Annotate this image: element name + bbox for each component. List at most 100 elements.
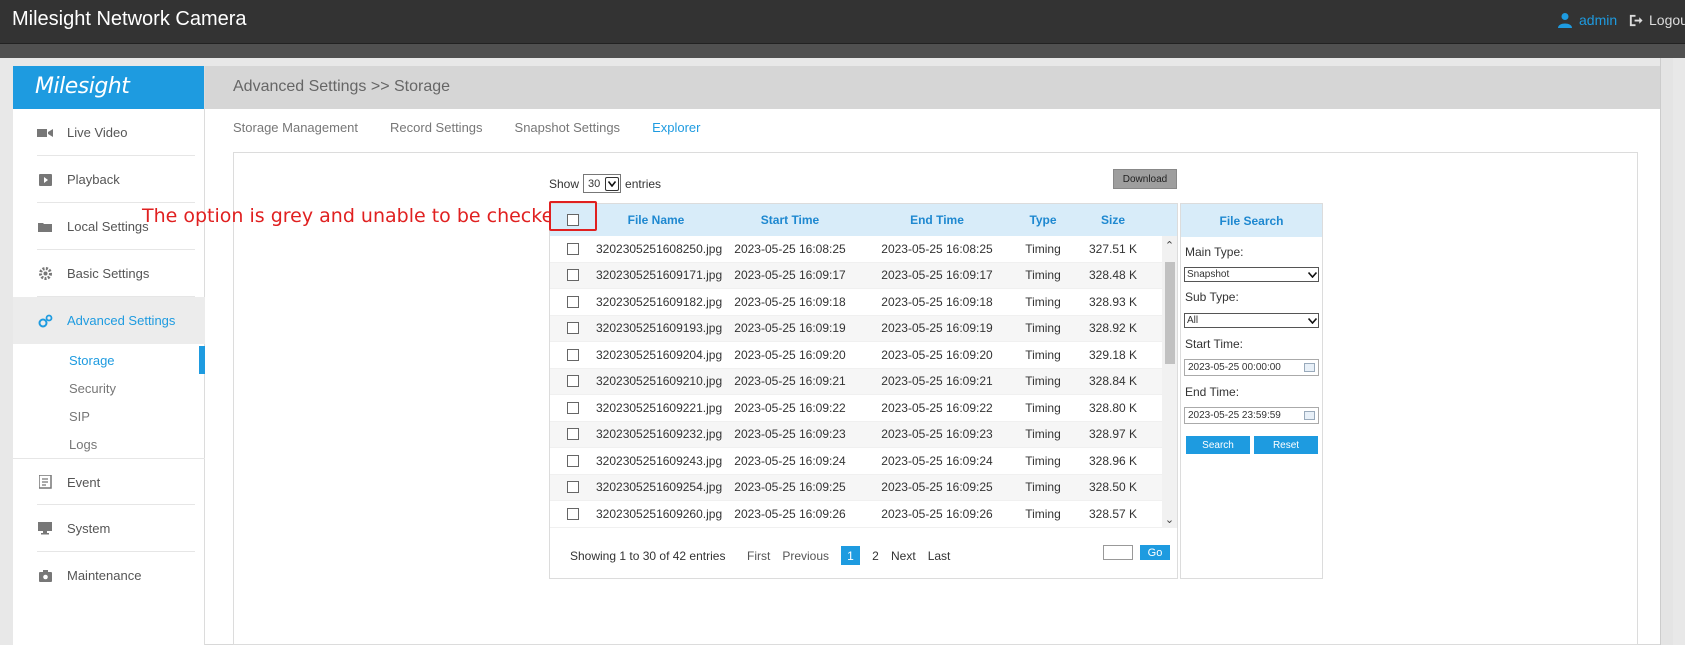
cell-size: 329.18 K [1088,347,1138,362]
sidebar-item-playback[interactable]: Playback [13,156,205,203]
sub-type-select[interactable]: All [1184,313,1319,328]
tab-explorer[interactable]: Explorer [652,120,700,141]
row-checkbox[interactable] [567,428,579,441]
table-row[interactable]: 3202305251608250.jpg 2023-05-25 16:08:25 2… [550,236,1162,263]
cell-start-time: 2023-05-25 16:08:25 [734,241,846,256]
row-checkbox[interactable] [567,295,579,308]
page-goto-input[interactable] [1103,545,1133,560]
sidebar-item-system[interactable]: System [13,505,205,552]
calendar-icon[interactable] [1304,363,1315,372]
chevron-down-icon [605,176,620,191]
pager-page-1[interactable]: 1 [841,546,861,565]
sidebar-item-event[interactable]: Event [13,458,205,505]
camera-icon [37,569,53,583]
table-row[interactable]: 3202305251609232.jpg 2023-05-25 16:09:23 2… [550,421,1162,448]
table-row[interactable]: 3202305251609193.jpg 2023-05-25 16:09:19 2… [550,315,1162,342]
start-time-input[interactable]: 2023-05-25 00:00:00 [1184,359,1319,376]
table-row[interactable]: 3202305251609210.jpg 2023-05-25 16:09:21 2… [550,368,1162,395]
sub-bar [0,44,1685,58]
main-type-label: Main Type: [1185,245,1244,259]
sidebar-subitem-storage[interactable]: Storage [13,346,205,374]
page-scrollbar[interactable] [1660,58,1673,645]
scrollbar-thumb[interactable] [1165,262,1175,364]
row-checkbox[interactable] [567,242,579,255]
end-time-label: End Time: [1185,385,1240,399]
end-time-input[interactable]: 2023-05-25 23:59:59 [1184,407,1319,424]
row-checkbox[interactable] [567,375,579,388]
logout-link[interactable]: Logou [1628,12,1685,28]
reset-button[interactable]: Reset [1254,436,1318,454]
pager-first[interactable]: First [747,549,770,563]
user-menu[interactable]: admin [1557,12,1617,28]
chevron-down-icon [1306,316,1318,326]
cell-start-time: 2023-05-25 16:09:20 [734,347,846,362]
scroll-down-icon[interactable]: ⌄ [1164,514,1175,526]
column-header-file-name[interactable]: File Name [596,213,716,227]
search-button[interactable]: Search [1186,436,1250,454]
sidebar-item-maintenance[interactable]: Maintenance [13,552,205,599]
table-row[interactable]: 3202305251609204.jpg 2023-05-25 16:09:20 2… [550,342,1162,369]
cell-file-name: 3202305251609254.jpg [596,480,723,495]
pager-last[interactable]: Last [928,549,951,563]
table-info: Showing 1 to 30 of 42 entries [570,549,726,563]
row-checkbox[interactable] [567,269,579,282]
column-header-type[interactable]: Type [1010,213,1076,227]
table-scrollbar[interactable]: ⌃ ⌄ [1162,236,1177,528]
cell-type: Timing [1025,400,1061,415]
cell-file-name: 3202305251609182.jpg [596,294,723,309]
row-checkbox[interactable] [567,454,579,467]
row-checkbox[interactable] [567,481,579,494]
cell-end-time: 2023-05-25 16:09:25 [881,480,993,495]
cell-size: 328.96 K [1088,453,1138,468]
cell-size: 328.93 K [1088,294,1138,309]
cell-file-name: 3202305251609210.jpg [596,374,723,389]
go-button[interactable]: Go [1140,545,1170,560]
sidebar-subitem-sip[interactable]: SIP [13,402,205,430]
pager-previous[interactable]: Previous [782,549,829,563]
column-header-end-time[interactable]: End Time [864,213,1010,227]
table-row[interactable]: 3202305251609182.jpg 2023-05-25 16:09:18 2… [550,289,1162,316]
table-row[interactable]: 3202305251609271.jpg2023-05-25 16:09:272… [550,527,1162,528]
sidebar-item-label: Maintenance [67,568,142,583]
row-checkbox-cell [550,401,596,414]
logout-icon [1629,14,1643,26]
main-type-select[interactable]: Snapshot [1184,267,1319,282]
gears-icon [37,314,53,328]
table-row[interactable]: 3202305251609171.jpg 2023-05-25 16:09:17 2… [550,262,1162,289]
page-size-value: 30 [588,177,601,190]
download-button[interactable]: Download [1113,169,1177,189]
scroll-up-icon[interactable]: ⌃ [1164,240,1175,252]
sidebar-subitem-logs[interactable]: Logs [13,430,205,458]
column-header-size[interactable]: Size [1076,213,1150,227]
page-size-select[interactable]: 30 [583,174,622,193]
pager-next[interactable]: Next [891,549,916,563]
pager-page-2[interactable]: 2 [866,546,885,565]
sidebar-item-basic-settings[interactable]: Basic Settings [13,250,205,297]
row-checkbox[interactable] [567,507,579,520]
table-row[interactable]: 3202305251609243.jpg 2023-05-25 16:09:24 2… [550,448,1162,475]
cell-type: Timing [1025,347,1061,362]
calendar-icon[interactable] [1304,411,1315,420]
row-checkbox[interactable] [567,348,579,361]
row-checkbox[interactable] [567,401,579,414]
tab-bar: Storage Management Record Settings Snaps… [233,120,732,141]
monitor-icon [37,522,53,536]
sidebar-item-label: Advanced Settings [67,313,176,328]
sidebar-subitem-security[interactable]: Security [13,374,205,402]
sidebar-item-advanced-settings[interactable]: Advanced Settings [13,297,205,344]
table-row[interactable]: 3202305251609221.jpg 2023-05-25 16:09:22 2… [550,395,1162,422]
row-checkbox[interactable] [567,322,579,335]
table-row[interactable]: 3202305251609260.jpg 2023-05-25 16:09:26 2… [550,501,1162,528]
table-row[interactable]: 3202305251609254.jpg 2023-05-25 16:09:25 2… [550,474,1162,501]
column-header-start-time[interactable]: Start Time [716,213,864,227]
sidebar-item-live-video[interactable]: Live Video [13,109,205,156]
cell-type: Timing [1025,241,1061,256]
tab-record-settings[interactable]: Record Settings [390,120,483,141]
cell-size: 328.80 K [1088,400,1138,415]
top-bar: Milesight Network Camera admin Logou [0,0,1685,44]
cell-end-time: 2023-05-25 16:09:23 [881,427,993,442]
cell-size: 328.97 K [1088,427,1138,442]
tab-storage-management[interactable]: Storage Management [233,120,358,141]
tab-snapshot-settings[interactable]: Snapshot Settings [515,120,621,141]
cell-end-time: 2023-05-25 16:08:25 [881,241,993,256]
